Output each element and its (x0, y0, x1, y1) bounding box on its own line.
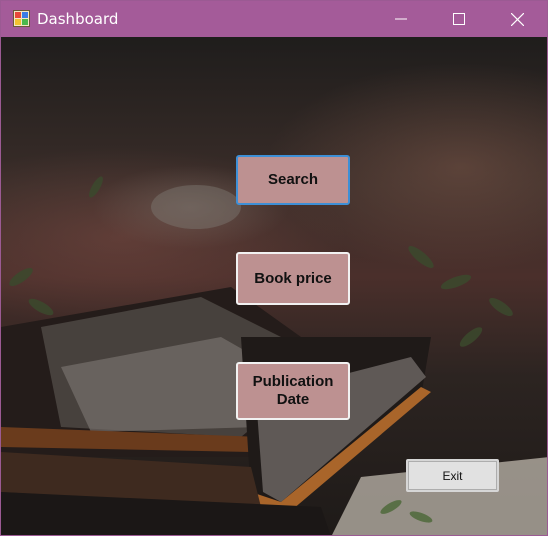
search-button-label: Search (267, 171, 319, 188)
exit-button-label: Exit (442, 468, 463, 483)
dashboard-window: Dashboard Search Book price Publication … (0, 0, 548, 536)
maximize-icon (453, 13, 465, 25)
exit-button[interactable]: Exit (406, 459, 499, 492)
maximize-button[interactable] (430, 1, 488, 37)
book-price-button-label: Book price (254, 269, 332, 287)
publication-date-button[interactable]: Publication Date (236, 362, 350, 420)
search-button[interactable]: Search (236, 155, 350, 205)
app-icon (13, 10, 30, 27)
minimize-button[interactable] (372, 1, 430, 37)
publication-date-button-label: Publication Date (252, 373, 334, 408)
window-title: Dashboard (37, 10, 119, 28)
dashboard-client-area: Search Book price Publication Date Exit (1, 37, 547, 535)
book-price-button[interactable]: Book price (236, 252, 350, 305)
close-icon (510, 12, 524, 26)
title-bar[interactable]: Dashboard (1, 1, 547, 37)
close-button[interactable] (488, 1, 546, 37)
minimize-icon (395, 13, 407, 25)
